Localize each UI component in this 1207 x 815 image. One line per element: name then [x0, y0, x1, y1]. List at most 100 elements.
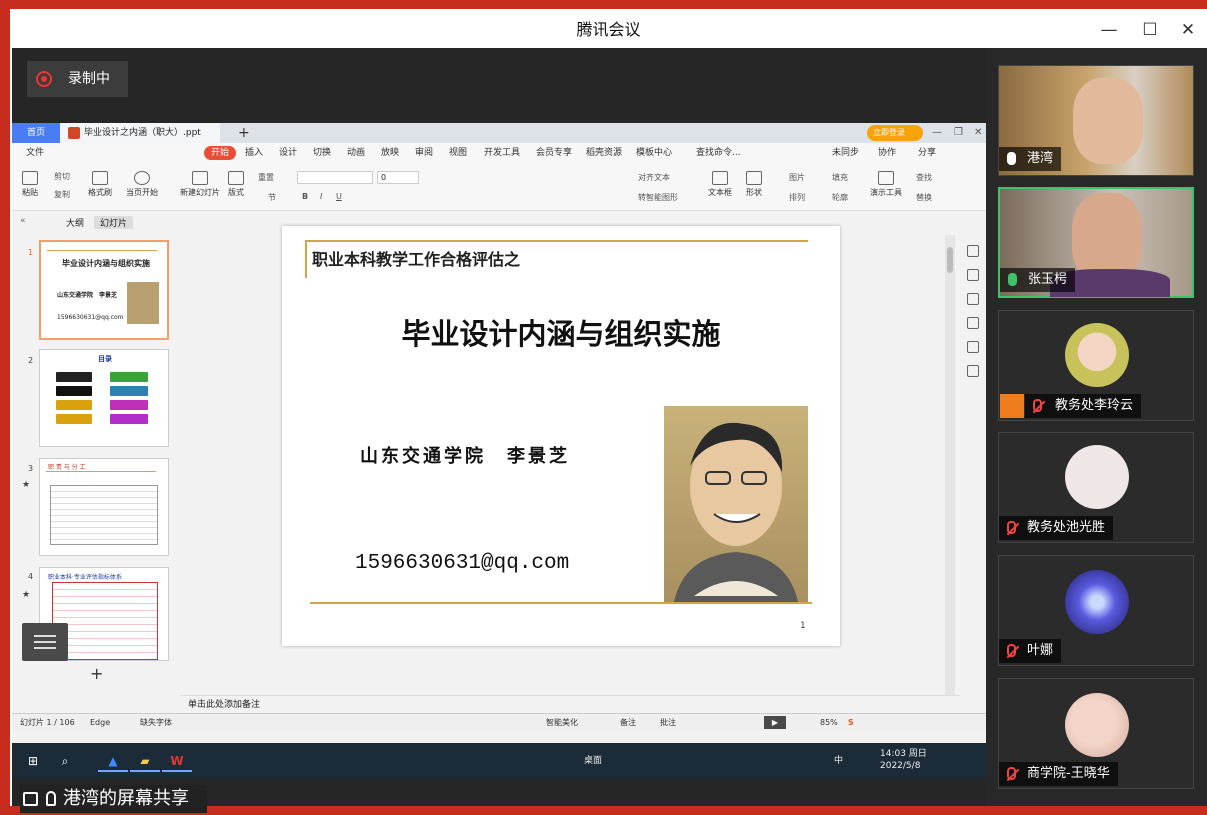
collab-button[interactable]: 协作 — [878, 143, 896, 163]
toolbar-toggle-button[interactable] — [22, 623, 68, 661]
menu-design[interactable]: 设计 — [279, 143, 297, 163]
collapse-pane-icon[interactable]: « — [20, 216, 26, 226]
maximize-button[interactable]: ☐ — [1135, 17, 1165, 43]
paste-button[interactable]: 粘贴 — [22, 171, 38, 198]
notes-toggle[interactable]: 备注 — [620, 714, 636, 732]
play-from-current-button[interactable]: 当页开始 — [126, 171, 158, 198]
participant-tile[interactable]: 商学院-王晓华 — [998, 678, 1194, 789]
menu-review[interactable]: 审阅 — [415, 143, 433, 163]
wps-restore-icon[interactable]: ❐ — [954, 123, 963, 143]
align-text-button[interactable]: 对齐文本 — [638, 172, 670, 183]
menu-docer[interactable]: 稻壳资源 — [586, 143, 622, 163]
participant-tile-speaking[interactable]: 张玉枵 — [998, 187, 1194, 298]
layout-button[interactable]: 版式 — [228, 171, 244, 198]
bold-button[interactable]: B — [302, 192, 308, 201]
picture-button[interactable]: 图片 — [789, 172, 805, 183]
help-icon[interactable] — [967, 317, 979, 329]
slide-thumb-3[interactable]: 职 责 与 分 工 — [39, 458, 169, 556]
layout-icon — [228, 171, 244, 185]
participant-tile[interactable]: 教务处李玲云 — [998, 310, 1194, 421]
share-button[interactable]: 分享 — [918, 143, 936, 163]
underline-button[interactable]: U — [336, 192, 342, 201]
monitor-icon[interactable] — [967, 341, 979, 353]
menu-slideshow[interactable]: 放映 — [381, 143, 399, 163]
italic-button[interactable]: I — [320, 192, 322, 201]
slide-canvas[interactable]: 职业本科教学工作合格评估之 毕业设计内涵与组织实施 山东交通学院 李景芝 159… — [282, 226, 840, 646]
smart-graphic-button[interactable]: 转智能图形 — [638, 192, 678, 203]
zoom-level[interactable]: 85% — [820, 714, 838, 732]
star-icon[interactable] — [967, 269, 979, 281]
sogou-ime-icon[interactable]: S — [848, 714, 854, 732]
slide-thumb-2[interactable]: 目录 — [39, 349, 169, 447]
participant-name: 教务处池光胜 — [999, 516, 1114, 540]
menu-start[interactable]: 开始 — [204, 146, 237, 160]
new-slide-button[interactable]: 新建幻灯片 — [180, 171, 220, 198]
menu-transition[interactable]: 切换 — [313, 143, 331, 163]
vertical-scrollbar[interactable] — [945, 235, 955, 695]
new-tab-button[interactable]: + — [238, 123, 250, 143]
find-button[interactable]: 查找 — [916, 172, 932, 183]
copy-button[interactable]: 复制 — [54, 189, 70, 200]
wps-close-icon[interactable]: ✕ — [974, 123, 982, 143]
clock-time[interactable]: 14:03 周日 — [880, 748, 927, 760]
outline-button[interactable]: 轮廓 — [832, 192, 848, 203]
menu-templates[interactable]: 模板中心 — [636, 143, 672, 163]
notes-area[interactable]: 单击此处添加备注 — [180, 695, 960, 713]
menu-member[interactable]: 会员专享 — [536, 143, 572, 163]
recording-indicator[interactable]: 录制中 — [27, 61, 128, 97]
desktop-label[interactable]: 桌面 — [584, 744, 602, 779]
settings-icon[interactable] — [967, 245, 979, 257]
slide-thumb-1[interactable]: 毕业设计内涵与组织实施 山东交通学院 李景芝 1596630631@qq.com — [39, 240, 169, 340]
replace-button[interactable]: 替换 — [916, 192, 932, 203]
slide-author: 山东交通学院 李景芝 — [360, 446, 570, 467]
font-size-input[interactable]: 0 — [377, 171, 419, 184]
close-button[interactable]: ✕ — [1173, 17, 1203, 43]
cut-button[interactable]: 剪切 — [54, 171, 70, 182]
wps-taskbar-icon[interactable]: W — [162, 750, 192, 772]
participant-tile[interactable]: 港湾 — [998, 65, 1194, 176]
menu-animation[interactable]: 动画 — [347, 143, 365, 163]
login-button[interactable]: 立即登录 — [867, 125, 923, 141]
location-icon[interactable] — [967, 365, 979, 377]
tab-slides[interactable]: 幻灯片 — [94, 216, 134, 229]
ime-indicator[interactable]: 中 — [834, 744, 843, 779]
format-painter-button[interactable]: 格式刷 — [88, 171, 112, 198]
text-box-button[interactable]: 文本框 — [708, 171, 732, 198]
section-button[interactable]: 节 — [268, 192, 276, 203]
clock-date[interactable]: 2022/5/8 — [880, 760, 920, 772]
menu-insert[interactable]: 插入 — [245, 143, 263, 163]
shape-button[interactable]: 形状 — [746, 171, 762, 198]
copy-icon[interactable] — [967, 293, 979, 305]
menu-dev-tools[interactable]: 开发工具 — [484, 143, 520, 163]
menu-icon — [34, 647, 56, 649]
fill-button[interactable]: 填充 — [832, 172, 848, 183]
tab-home[interactable]: 首页 — [12, 123, 60, 143]
presentation-tools-button[interactable]: 演示工具 — [870, 171, 902, 198]
menu-view[interactable]: 视图 — [449, 143, 467, 163]
add-slide-button[interactable]: + — [90, 664, 103, 683]
smart-beautify-button[interactable]: 智能美化 — [546, 714, 578, 732]
missing-font-button[interactable]: 缺失字体 — [140, 714, 172, 732]
folder-icon[interactable]: ▰ — [130, 750, 160, 772]
arrange-button[interactable]: 排列 — [789, 192, 805, 203]
font-name-input[interactable] — [297, 171, 373, 184]
search-command[interactable]: 查找命令... — [696, 143, 741, 163]
play-slideshow-button[interactable]: ▶ — [764, 716, 786, 729]
scroll-thumb[interactable] — [947, 247, 953, 273]
tab-outline[interactable]: 大纲 — [66, 216, 84, 229]
sync-status[interactable]: 未同步 — [832, 143, 859, 163]
wps-minimize-icon[interactable]: — — [932, 123, 942, 143]
minimize-button[interactable]: — — [1094, 17, 1124, 43]
search-icon[interactable]: ⌕ — [50, 750, 80, 772]
windows-start-icon[interactable]: ⊞ — [18, 750, 48, 772]
tencent-meeting-taskbar-icon[interactable]: ▲ — [98, 750, 128, 772]
thumb-email: 1596630631@qq.com — [57, 314, 124, 321]
menu-file[interactable]: 文件 — [26, 143, 44, 163]
comment-toggle[interactable]: 批注 — [660, 714, 676, 732]
participant-tile[interactable]: 叶娜 — [998, 555, 1194, 666]
toc-item — [56, 372, 92, 382]
participant-tile[interactable]: 教务处池光胜 — [998, 432, 1194, 543]
tab-document[interactable]: 毕业设计之内涵（职大）.ppt — [60, 123, 220, 143]
menu-icon — [34, 641, 56, 643]
reset-button[interactable]: 重置 — [258, 172, 274, 183]
